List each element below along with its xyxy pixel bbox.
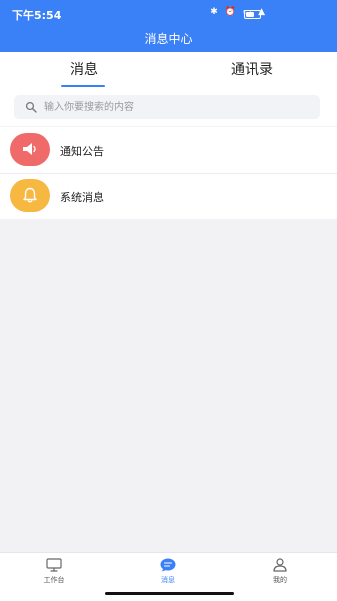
nav-label: 我的 xyxy=(273,576,287,584)
search-icon xyxy=(25,101,37,113)
search-input[interactable] xyxy=(44,95,304,119)
list-item-system-messages[interactable]: 系统消息 xyxy=(0,173,337,219)
battery-icon xyxy=(244,10,261,19)
nav-item-profile[interactable]: 我的 xyxy=(250,558,310,598)
user-icon xyxy=(273,558,287,572)
announcement-avatar xyxy=(10,133,50,166)
status-bar: 下午5:54 ✱ ⏰ ▭ ▲ xyxy=(0,0,337,26)
message-list: 通知公告 系统消息 xyxy=(0,127,337,219)
list-item-label: 通知公告 xyxy=(60,145,104,158)
megaphone-icon xyxy=(23,143,36,155)
list-item-label: 系统消息 xyxy=(60,191,104,204)
search-bar[interactable] xyxy=(14,95,320,119)
bell-icon xyxy=(23,187,37,203)
monitor-icon xyxy=(46,558,62,572)
chat-icon xyxy=(160,558,176,572)
tab-contacts[interactable]: 通讯录 xyxy=(210,52,294,88)
active-tab-indicator xyxy=(61,85,105,87)
nav-label: 消息 xyxy=(161,576,175,584)
page-title: 消息中心 xyxy=(144,32,193,46)
tab-bar: 消息 通讯录 xyxy=(0,52,337,89)
home-indicator xyxy=(105,592,234,595)
nav-item-workbench[interactable]: 工作台 xyxy=(24,558,84,598)
tab-messages[interactable]: 消息 xyxy=(42,52,126,88)
status-time: 下午5:54 xyxy=(12,9,62,22)
search-section xyxy=(0,88,337,126)
battery-level xyxy=(246,12,254,17)
system-message-avatar xyxy=(10,179,50,212)
app-header: 下午5:54 ✱ ⏰ ▭ ▲ 消息中心 xyxy=(0,0,337,52)
nav-label: 工作台 xyxy=(43,576,65,584)
list-item-announcements[interactable]: 通知公告 xyxy=(0,127,337,174)
